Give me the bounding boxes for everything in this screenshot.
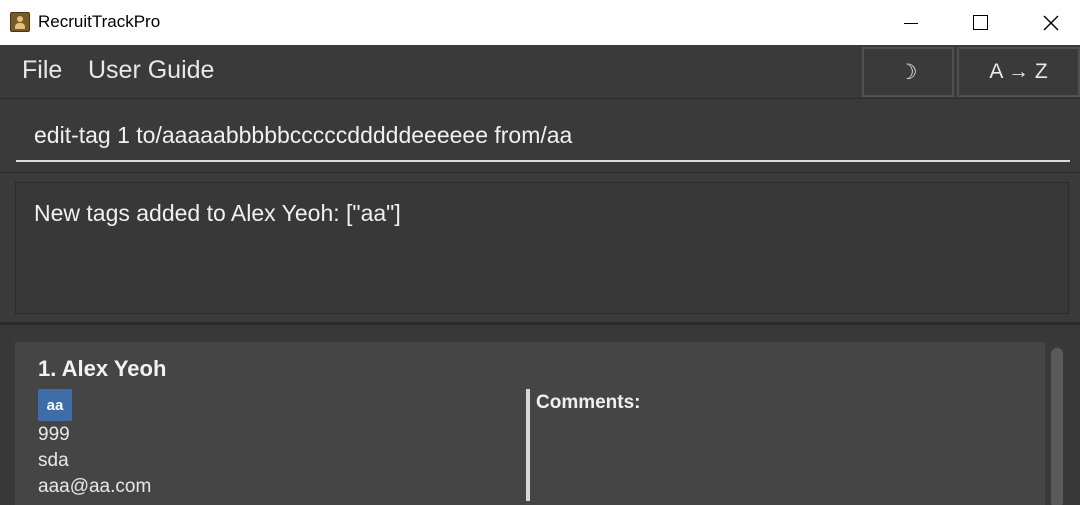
person-address: sda — [38, 450, 69, 471]
maximize-button[interactable] — [957, 0, 1003, 45]
result-display-panel: New tags added to Alex Yeoh: ["aa"] — [0, 172, 1080, 322]
title-bar: RecruitTrackPro — [0, 0, 1080, 45]
person-email: aaa@aa.com — [38, 476, 152, 497]
person-list-panel: 1. Alex Yeoh aa 999 sda aaa@aa.com Comme… — [0, 322, 1080, 505]
menu-bar: File User Guide ☽ A → Z — [0, 45, 1080, 99]
app-icon — [10, 12, 30, 32]
result-message: New tags added to Alex Yeoh: ["aa"] — [15, 182, 1069, 314]
menu-user-guide[interactable]: User Guide — [88, 56, 214, 85]
menu-file[interactable]: File — [22, 56, 62, 85]
maximize-icon — [972, 15, 988, 30]
close-button[interactable] — [1028, 0, 1074, 45]
person-name: 1. Alex Yeoh — [38, 356, 167, 381]
scroll-thumb[interactable] — [1051, 348, 1063, 505]
theme-toggle-button[interactable]: ☽ — [862, 47, 954, 97]
command-input[interactable] — [16, 110, 1070, 162]
window-title: RecruitTrackPro — [38, 12, 161, 31]
comments-divider — [526, 389, 530, 501]
list-scrollbar[interactable] — [1049, 345, 1065, 505]
sort-button[interactable]: A → Z — [957, 47, 1080, 97]
minimize-button[interactable] — [888, 0, 934, 45]
close-icon — [1043, 15, 1059, 30]
person-card[interactable]: 1. Alex Yeoh aa 999 sda aaa@aa.com Comme… — [15, 342, 1045, 505]
minimize-icon — [904, 23, 918, 24]
person-phone: 999 — [38, 424, 70, 445]
comments-label: Comments: — [536, 392, 641, 413]
command-box-panel — [0, 100, 1080, 172]
tag-badge: aa — [38, 389, 72, 421]
